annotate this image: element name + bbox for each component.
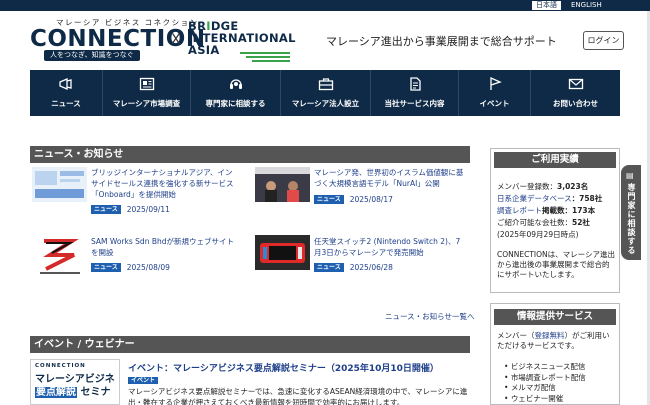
news-item-title[interactable]: 任天堂スイッチ2 (Nintendo Switch 2)、7月3日からマレーシア… — [314, 236, 464, 258]
lang-japanese-button[interactable]: 日本語 — [532, 1, 561, 10]
services-list: ビジネスニュース配信 市場調査レポート配信 メルマガ配信 ウェビナー開催 — [504, 362, 586, 404]
service-item: ウェビナー開催 — [504, 394, 586, 405]
news-item-meta: ニュース 2025/09/11 — [91, 205, 170, 214]
mail-icon — [568, 78, 583, 90]
stat-intro-label: ご紹介可能な会社数： — [497, 218, 572, 227]
nav-label: ニュース — [51, 99, 81, 108]
services-title: 情報提供サービス — [494, 309, 616, 325]
headset-icon — [229, 79, 242, 89]
nav-item-consult-expert[interactable]: 専門家に相談する — [190, 70, 280, 116]
stat-database-value: ：758社 — [571, 194, 603, 203]
services-desc-a: メンバー（ — [497, 331, 535, 340]
service-item: メルマガ配信 — [504, 383, 586, 394]
service-item: ビジネスニュース配信 — [504, 362, 586, 373]
news-item-meta: ニュース 2025/08/09 — [91, 263, 170, 272]
stat-database: 日系企業データベース：758社 — [497, 193, 602, 204]
results-description: CONNECTIONは、マレーシア進出から進出後の事業展開まで総合的にサポートい… — [497, 250, 615, 279]
event-badge: イベント — [128, 377, 159, 384]
stat-members: メンバー登録数：3,023名 — [497, 181, 588, 192]
service-item: 市場調査レポート配信 — [504, 373, 586, 384]
news-item-title[interactable]: マレーシア発、世界初のイスラム価値観に基づく大規模言語モデル「NurAI」公開 — [314, 167, 464, 189]
nav-label: 当社サービス内容 — [384, 99, 445, 108]
login-button[interactable]: ログイン — [583, 31, 624, 50]
nav-label: マレーシア市場調査 — [112, 99, 181, 108]
event-badge-wrap: イベント — [128, 375, 159, 385]
stat-reports-link[interactable]: 調査レポート — [497, 206, 542, 215]
consult-expert-floating-tab[interactable]: ▤ 専門家に相談する — [621, 165, 641, 260]
news-section-title: ニュース・お知らせ — [30, 146, 470, 163]
stat-intro-value: 52社 — [572, 218, 590, 227]
stat-reports-value: 掲載数：173本 — [542, 206, 596, 215]
event-thumb-line3: 要点解説 セミナー — [35, 383, 119, 404]
event-thumb-highlight: 要点解説 — [35, 387, 77, 398]
document-icon: ▤ — [626, 171, 634, 180]
partner-logo-stripes-icon — [240, 52, 290, 62]
news-thumbnail-1[interactable] — [32, 167, 87, 202]
header-tagline: マレーシア進出から事業展開まで総合サポート — [326, 35, 557, 48]
nav-item-events[interactable]: イベント — [458, 70, 530, 116]
nav-item-services[interactable]: 当社サービス内容 — [370, 70, 458, 116]
partner-logo[interactable]: BRIDGE INTERNATIONAL ASIA — [188, 20, 296, 56]
news-date: 2025/08/17 — [349, 195, 393, 204]
main-nav: ニュース マレーシア市場調査 専門家に相談する マレーシア法人設立 当社サービス… — [30, 70, 620, 116]
news-item-meta: ニュース 2025/08/17 — [314, 195, 393, 204]
free-register-link[interactable]: 登録無料 — [535, 331, 565, 340]
news-badge: ニュース — [314, 195, 344, 204]
logo-cross: X — [171, 32, 181, 48]
logo-tagline: 人をつなぎ、知識をつなぐ — [44, 50, 140, 61]
lang-english-button[interactable]: ENGLISH — [571, 1, 602, 10]
nav-item-company-setup[interactable]: マレーシア法人設立 — [280, 70, 370, 116]
news-item-title[interactable]: ブリッジインターナショナルアジア、インサイドセールス連携を強化する新サービス「O… — [91, 167, 235, 200]
news-badge: ニュース — [91, 205, 121, 214]
news-thumbnail-3[interactable] — [32, 235, 87, 277]
news-thumbnail-2[interactable] — [255, 167, 310, 202]
news-item-meta: ニュース 2025/06/28 — [314, 263, 393, 272]
nav-item-market-research[interactable]: マレーシア市場調査 — [102, 70, 190, 116]
event-description: マレーシアビジネス要点解説セミナーでは、急速に変化するASEAN経済環境の中で、… — [128, 387, 468, 405]
event-thumb-brand: CONNECTION — [35, 363, 86, 369]
vtab-label: 専門家に相談する — [627, 183, 636, 255]
stat-members-label: メンバー登録数： — [497, 182, 557, 191]
stat-as-of: (2025年09月29日時点) — [497, 230, 579, 239]
news-badge: ニュース — [91, 263, 121, 272]
nav-label: イベント — [479, 99, 510, 108]
flag-icon — [489, 77, 502, 90]
document-icon — [409, 77, 421, 91]
stat-intro: ご紹介可能な会社数：52社 — [497, 217, 590, 228]
nav-label: お問い合わせ — [553, 99, 598, 108]
megaphone-icon — [59, 78, 72, 90]
newspaper-icon — [139, 77, 154, 91]
news-item-title[interactable]: SAM Works Sdn Bhdが新規ウェブサイトを開設 — [91, 236, 235, 258]
nav-item-news[interactable]: ニュース — [30, 70, 102, 116]
news-date: 2025/06/28 — [349, 263, 393, 272]
nav-label: 専門家に相談する — [205, 99, 266, 108]
event-title[interactable]: イベント：マレーシアビジネス要点解説セミナー（2025年10月10日開催） — [128, 361, 439, 374]
services-description: メンバー（登録無料）がご利用いただけるサービスです。 — [497, 331, 615, 351]
news-date: 2025/09/11 — [126, 205, 170, 214]
nav-label: マレーシア法人設立 — [291, 99, 360, 108]
stat-database-link[interactable]: 日系企業データベース — [497, 194, 572, 203]
stat-members-value: 3,023名 — [557, 182, 589, 191]
briefcase-icon — [318, 78, 333, 91]
news-thumbnail-4[interactable] — [255, 235, 310, 270]
stat-reports: 調査レポート掲載数：173本 — [497, 205, 595, 216]
news-date: 2025/08/09 — [126, 263, 170, 272]
results-title: ご利用実績 — [494, 152, 616, 168]
news-list-link[interactable]: ニュース・お知らせ一覧へ — [385, 311, 474, 322]
news-badge: ニュース — [314, 263, 344, 272]
nav-item-contact[interactable]: お問い合わせ — [530, 70, 620, 116]
event-section-title: イベント / ウェビナー — [30, 336, 470, 353]
event-thumbnail[interactable]: CONNECTION マレーシアビジネス 要点解説 セミナー — [30, 359, 120, 405]
